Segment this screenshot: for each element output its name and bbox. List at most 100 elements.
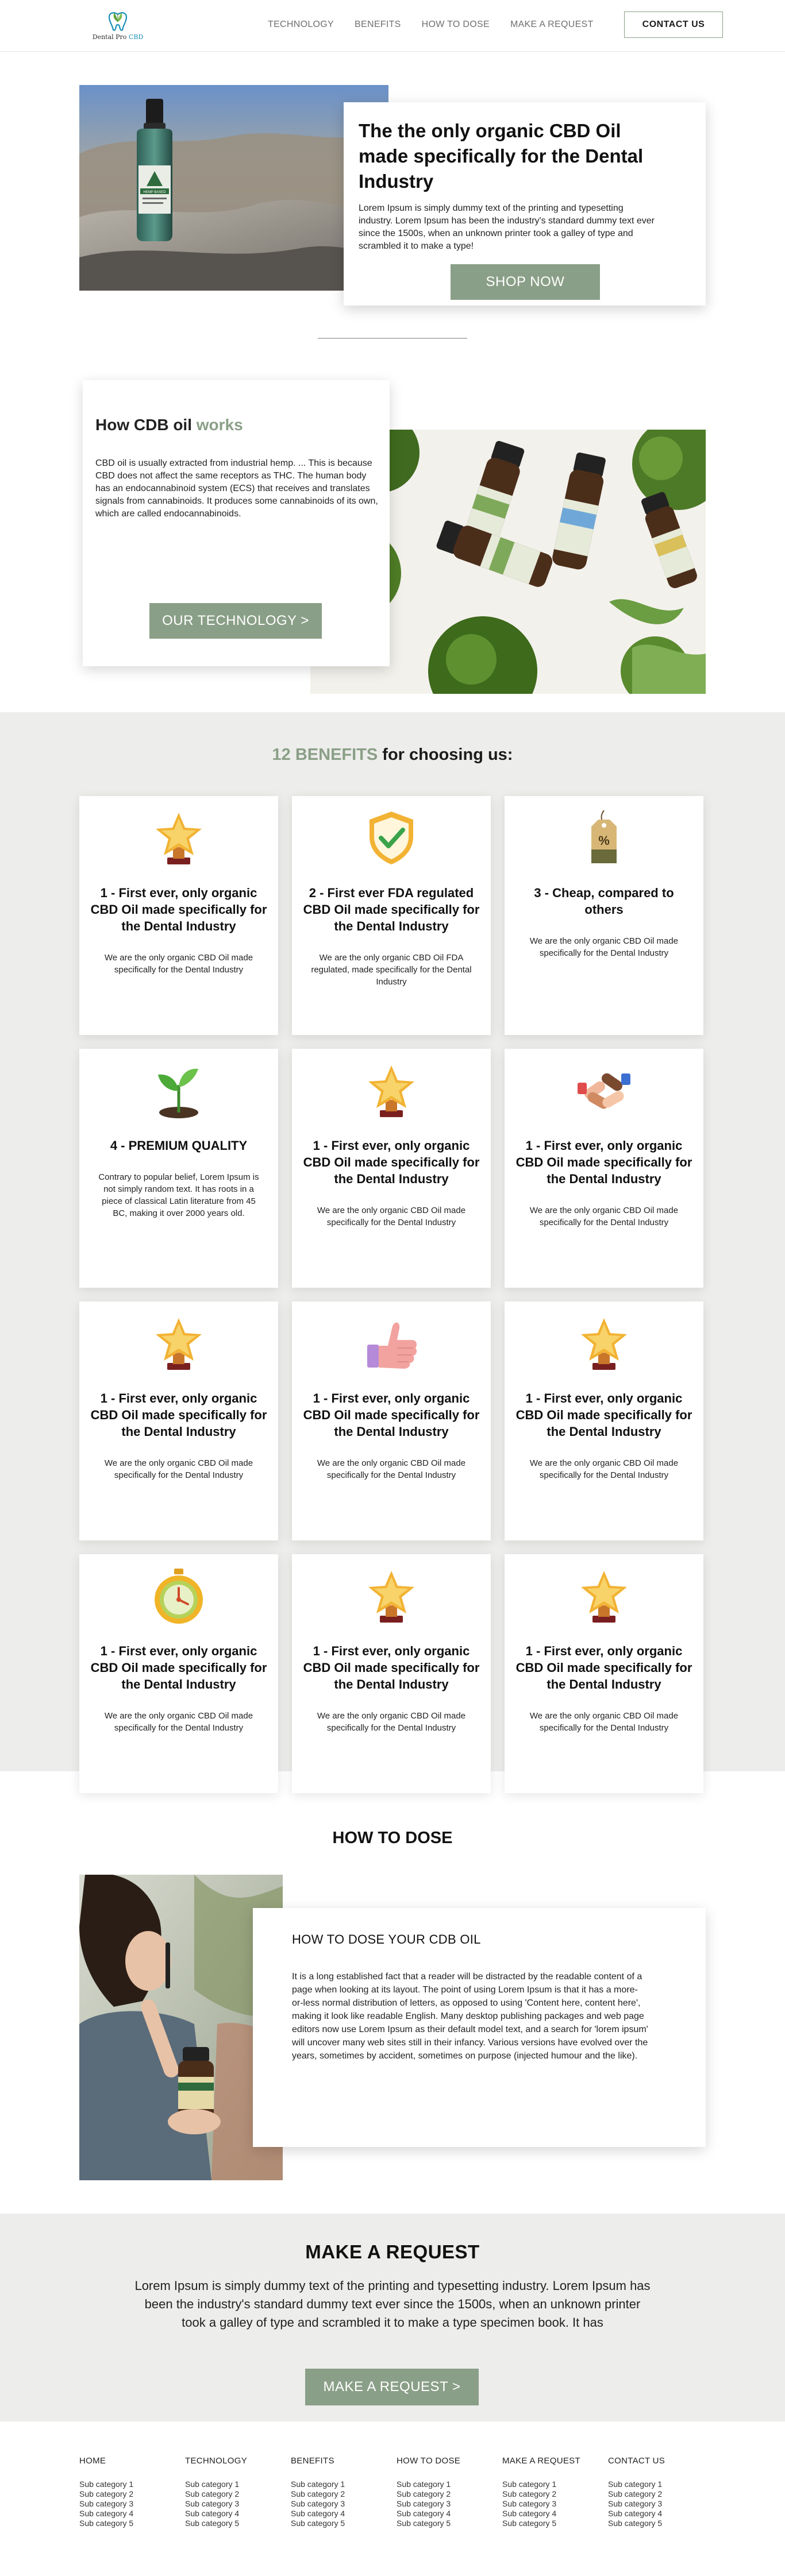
footer-column-contact-us: CONTACT US Sub category 1 Sub category 2… <box>608 2456 706 2528</box>
footer-link[interactable]: Sub category 5 <box>397 2519 494 2528</box>
footer-link[interactable]: Sub category 4 <box>291 2509 388 2519</box>
benefit-card: 4 - PREMIUM QUALITY Contrary to popular … <box>79 1049 278 1288</box>
benefit-card: 1 - First ever, only organic CBD Oil mad… <box>292 1301 491 1540</box>
footer-link[interactable]: Sub category 5 <box>185 2519 283 2528</box>
footer-link[interactable]: Sub category 2 <box>608 2489 706 2499</box>
hero-section: HEMP BASED The the only organic CBD Oil … <box>0 52 785 339</box>
make-request-button[interactable]: MAKE A REQUEST > <box>305 2369 479 2405</box>
benefit-text: We are the only organic CBD Oil made spe… <box>529 1458 679 1480</box>
footer-heading[interactable]: MAKE A REQUEST <box>502 2456 600 2466</box>
trophy-star-icon <box>360 1059 423 1122</box>
main-nav: TECHNOLOGY BENEFITS HOW TO DOSE MAKE A R… <box>268 20 614 30</box>
benefit-card: 1 - First ever, only organic CBD Oil mad… <box>292 1554 491 1793</box>
footer-column-technology: TECHNOLOGY Sub category 1 Sub category 2… <box>185 2456 283 2528</box>
benefit-text: We are the only organic CBD Oil made spe… <box>529 936 679 958</box>
footer-column-how-to-dose: HOW TO DOSE Sub category 1 Sub category … <box>397 2456 494 2528</box>
contact-us-button[interactable]: CONTACT US <box>624 11 723 38</box>
site-header: Dental Pro CBD TECHNOLOGY BENEFITS HOW T… <box>0 0 785 52</box>
footer-link[interactable]: Sub category 4 <box>397 2509 494 2519</box>
dose-card-text: It is a long established fact that a rea… <box>292 1972 648 2061</box>
svg-text:%: % <box>598 833 610 848</box>
footer-link[interactable]: Sub category 2 <box>79 2489 177 2499</box>
nav-how-to-dose[interactable]: HOW TO DOSE <box>422 20 490 30</box>
dose-section-title: HOW TO DOSE <box>332 1829 453 1847</box>
footer-link[interactable]: Sub category 4 <box>608 2509 706 2519</box>
footer-link[interactable]: Sub category 3 <box>185 2499 283 2509</box>
logo-cbd: CBD <box>128 33 144 41</box>
how-cbd-card: How CDB oil works CBD oil is usually ext… <box>83 380 390 666</box>
tooth-leaf-logo-icon <box>108 12 128 31</box>
nav-make-a-request[interactable]: MAKE A REQUEST <box>510 20 594 30</box>
benefit-text: We are the only organic CBD Oil made spe… <box>529 1711 679 1733</box>
thumbs-up-icon <box>360 1312 423 1375</box>
hero-title: The the only organic CBD Oil made specif… <box>359 120 644 192</box>
woman-dropper-image <box>79 1875 283 2180</box>
benefit-title: 1 - First ever, only organic CBD Oil mad… <box>515 1644 692 1691</box>
benefit-title: 1 - First ever, only organic CBD Oil mad… <box>515 1391 692 1439</box>
benefit-text: Contrary to popular belief, Lorem Ipsum … <box>98 1172 259 1218</box>
benefit-card: 1 - First ever, only organic CBD Oil mad… <box>292 1049 491 1288</box>
trophy-star-icon <box>360 1565 423 1628</box>
trophy-star-icon <box>572 1565 636 1628</box>
shield-check-icon <box>360 806 423 870</box>
footer-link[interactable]: Sub category 1 <box>291 2480 388 2489</box>
trophy-star-icon <box>572 1312 636 1375</box>
benefit-title: 3 - Cheap, compared to others <box>534 886 674 917</box>
footer-link[interactable]: Sub category 1 <box>185 2480 283 2489</box>
footer-heading[interactable]: BENEFITS <box>291 2456 388 2466</box>
benefit-text: We are the only organic CBD Oil made spe… <box>104 953 253 975</box>
footer-link[interactable]: Sub category 2 <box>397 2489 494 2499</box>
benefit-text: We are the only organic CBD Oil made spe… <box>104 1711 253 1733</box>
footer-link[interactable]: Sub category 1 <box>79 2480 177 2489</box>
footer-column-benefits: BENEFITS Sub category 1 Sub category 2 S… <box>291 2456 388 2528</box>
footer-heading[interactable]: CONTACT US <box>608 2456 706 2466</box>
logo[interactable]: Dental Pro CBD <box>86 9 149 44</box>
our-technology-button[interactable]: OUR TECHNOLOGY > <box>149 603 322 639</box>
stopwatch-icon <box>147 1565 210 1628</box>
footer-link[interactable]: Sub category 5 <box>502 2519 600 2528</box>
footer-link[interactable]: Sub category 4 <box>79 2509 177 2519</box>
shop-now-button[interactable]: SHOP NOW <box>451 264 600 300</box>
footer-link[interactable]: Sub category 1 <box>502 2480 600 2489</box>
hands-together-icon <box>572 1059 636 1122</box>
footer-link[interactable]: Sub category 3 <box>291 2499 388 2509</box>
footer-link[interactable]: Sub category 4 <box>502 2509 600 2519</box>
footer-link[interactable]: Sub category 3 <box>502 2499 600 2509</box>
request-text: Lorem Ipsum is simply dummy text of the … <box>134 2278 651 2330</box>
footer-link[interactable]: Sub category 3 <box>397 2499 494 2509</box>
dose-card-title: HOW TO DOSE YOUR CDB OIL <box>292 1932 481 1947</box>
trophy-star-icon <box>147 806 210 870</box>
footer-link[interactable]: Sub category 1 <box>608 2480 706 2489</box>
benefit-text: We are the only organic CBD Oil made spe… <box>317 1206 466 1227</box>
benefit-title: 1 - First ever, only organic CBD Oil mad… <box>90 1644 267 1691</box>
footer-link[interactable]: Sub category 5 <box>79 2519 177 2528</box>
footer-link[interactable]: Sub category 2 <box>502 2489 600 2499</box>
footer-heading[interactable]: HOW TO DOSE <box>397 2456 494 2466</box>
footer-heading[interactable]: TECHNOLOGY <box>185 2456 283 2466</box>
footer-link[interactable]: Sub category 5 <box>291 2519 388 2528</box>
footer-heading[interactable]: HOME <box>79 2456 177 2466</box>
footer-link[interactable]: Sub category 2 <box>291 2489 388 2499</box>
dose-card: HOW TO DOSE YOUR CDB OIL It is a long es… <box>253 1908 706 2147</box>
price-tag-icon: % <box>572 806 636 870</box>
benefit-title: 1 - First ever, only organic CBD Oil mad… <box>303 1391 480 1439</box>
footer-link[interactable]: Sub category 2 <box>185 2489 283 2499</box>
footer-column-home: HOME Sub category 1 Sub category 2 Sub c… <box>79 2456 177 2528</box>
footer-link[interactable]: Sub category 1 <box>397 2480 494 2489</box>
benefit-card: 1 - First ever, only organic CBD Oil mad… <box>505 1049 703 1288</box>
benefit-title: 1 - First ever, only organic CBD Oil mad… <box>90 1391 267 1439</box>
benefit-card: 1 - First ever, only organic CBD Oil mad… <box>79 796 278 1035</box>
how-cbd-title: How CDB oil works <box>95 416 243 434</box>
footer-link[interactable]: Sub category 4 <box>185 2509 283 2519</box>
nav-technology[interactable]: TECHNOLOGY <box>268 20 334 30</box>
benefit-title: 1 - First ever, only organic CBD Oil mad… <box>515 1138 692 1186</box>
benefit-text: We are the only organic CBD Oil FDA regu… <box>311 953 472 987</box>
footer-link[interactable]: Sub category 5 <box>608 2519 706 2528</box>
how-to-dose-section: HOW TO DOSE HOW TO DOSE YOUR CDB OIL It … <box>0 1771 785 2214</box>
footer-link[interactable]: Sub category 3 <box>608 2499 706 2509</box>
trophy-star-icon <box>147 1312 210 1375</box>
footer-link[interactable]: Sub category 3 <box>79 2499 177 2509</box>
request-title: MAKE A REQUEST <box>305 2241 480 2262</box>
nav-benefits[interactable]: BENEFITS <box>355 20 401 30</box>
benefit-card: 1 - First ever, only organic CBD Oil mad… <box>79 1301 278 1540</box>
